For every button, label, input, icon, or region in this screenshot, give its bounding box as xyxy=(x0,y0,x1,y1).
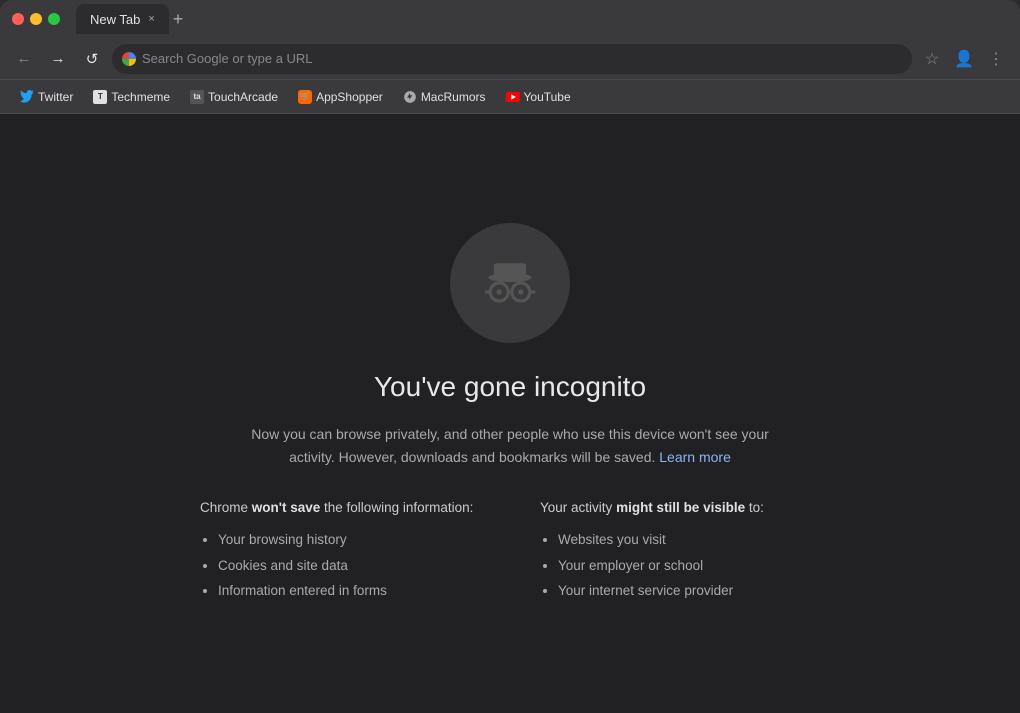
chrome-wont-save-col: Chrome won't save the following informat… xyxy=(200,500,480,604)
tab-label: New Tab xyxy=(90,12,140,27)
profile-button[interactable]: 👤 xyxy=(950,45,978,73)
bookmark-youtube-label: YouTube xyxy=(524,90,571,104)
bookmark-toucharcade[interactable]: ta TouchArcade xyxy=(182,86,286,108)
bookmark-macrumors-label: MacRumors xyxy=(421,90,486,104)
list-item-forms: Information entered in forms xyxy=(218,578,480,604)
list-item-isp: Your internet service provider xyxy=(558,578,820,604)
youtube-icon xyxy=(506,90,520,104)
bookmark-techmeme-label: Techmeme xyxy=(111,90,170,104)
techmeme-icon: T xyxy=(93,90,107,104)
menu-button[interactable]: ⋮ xyxy=(982,45,1010,73)
incognito-illustration xyxy=(474,247,546,319)
main-content: You've gone incognito Now you can browse… xyxy=(0,114,1020,713)
bookmark-macrumors[interactable]: MacRumors xyxy=(395,86,494,108)
bookmarks-bar: Twitter T Techmeme ta TouchArcade 🛒 AppS… xyxy=(0,80,1020,114)
visible-to-label: to: xyxy=(749,500,764,515)
forward-button[interactable]: → xyxy=(44,45,72,73)
list-item-browsing-history: Your browsing history xyxy=(218,527,480,553)
reload-button[interactable]: ↺ xyxy=(78,45,106,73)
macrumors-icon xyxy=(403,90,417,104)
might-be-visible-list: Websites you visit Your employer or scho… xyxy=(540,527,820,604)
traffic-lights xyxy=(12,13,60,25)
list-item-cookies: Cookies and site data xyxy=(218,553,480,579)
bookmark-youtube[interactable]: YouTube xyxy=(498,86,579,108)
maximize-button[interactable] xyxy=(48,13,60,25)
list-item-websites: Websites you visit xyxy=(558,527,820,553)
bookmark-button[interactable]: ☆ xyxy=(918,45,946,73)
bookmark-appshopper[interactable]: 🛒 AppShopper xyxy=(290,86,391,108)
address-text: Search Google or type a URL xyxy=(142,51,313,66)
learn-more-link[interactable]: Learn more xyxy=(659,449,731,465)
incognito-description: Now you can browse privately, and other … xyxy=(240,423,780,468)
chrome-wont-save-list: Your browsing history Cookies and site d… xyxy=(200,527,480,604)
nav-actions: ☆ 👤 ⋮ xyxy=(918,45,1010,73)
wont-save-label: won't save xyxy=(252,500,320,515)
bookmark-twitter[interactable]: Twitter xyxy=(12,86,81,108)
address-bar[interactable]: Search Google or type a URL xyxy=(112,44,912,74)
chrome-wont-save-title: Chrome won't save the following informat… xyxy=(200,500,480,515)
back-button[interactable]: ← xyxy=(10,45,38,73)
incognito-avatar xyxy=(450,223,570,343)
bookmark-toucharcade-label: TouchArcade xyxy=(208,90,278,104)
might-still-be-visible-label: might still be visible xyxy=(616,500,745,515)
close-button[interactable] xyxy=(12,13,24,25)
incognito-title: You've gone incognito xyxy=(374,371,646,403)
new-tab-button[interactable]: + xyxy=(173,10,184,28)
appshopper-icon: 🛒 xyxy=(298,90,312,104)
bookmark-appshopper-label: AppShopper xyxy=(316,90,383,104)
info-columns: Chrome won't save the following informat… xyxy=(200,500,820,604)
tab-close-icon[interactable]: × xyxy=(148,13,154,25)
twitter-icon xyxy=(20,90,34,104)
tab-bar: New Tab × + xyxy=(76,4,1008,34)
might-be-visible-title: Your activity might still be visible to: xyxy=(540,500,820,515)
active-tab[interactable]: New Tab × xyxy=(76,4,169,34)
nav-bar: ← → ↺ Search Google or type a URL ☆ 👤 ⋮ xyxy=(0,38,1020,80)
your-activity-label: Your activity xyxy=(540,500,612,515)
wont-save-rest: the following information: xyxy=(324,500,473,515)
google-icon xyxy=(122,52,136,66)
might-be-visible-col: Your activity might still be visible to:… xyxy=(540,500,820,604)
chrome-label: Chrome xyxy=(200,500,248,515)
bookmark-twitter-label: Twitter xyxy=(38,90,73,104)
bookmark-techmeme[interactable]: T Techmeme xyxy=(85,86,178,108)
title-bar: New Tab × + xyxy=(0,0,1020,38)
toucharcade-icon: ta xyxy=(190,90,204,104)
list-item-employer: Your employer or school xyxy=(558,553,820,579)
minimize-button[interactable] xyxy=(30,13,42,25)
